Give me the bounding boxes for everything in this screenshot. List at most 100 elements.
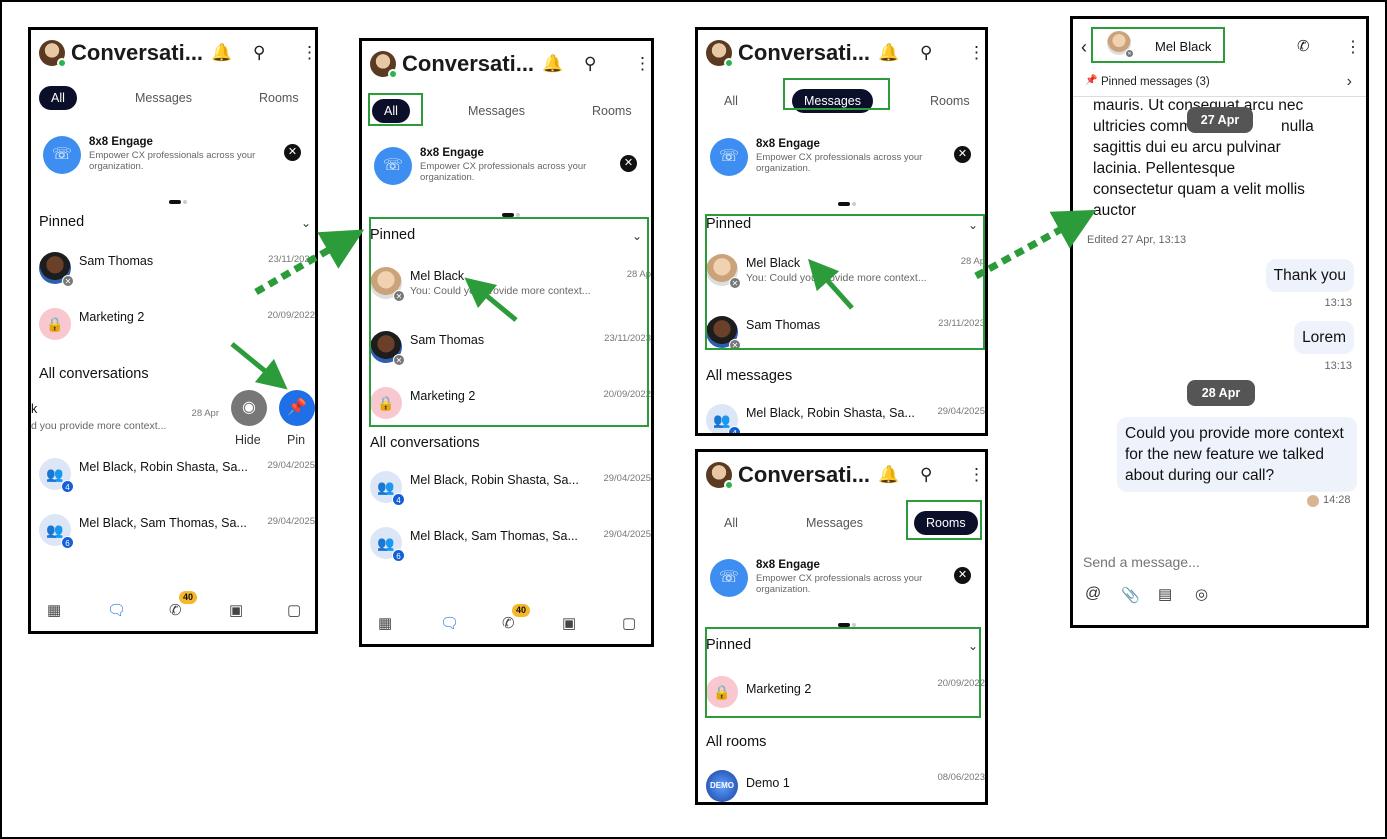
edited-label: Edited 27 Apr, 13:13 <box>1087 234 1187 246</box>
close-icon[interactable]: ✕ <box>284 144 301 161</box>
promo-card[interactable]: ☏ 8x8 Engage Empower CX professionals ac… <box>370 141 643 195</box>
more-icon[interactable]: ⋮ <box>968 43 985 63</box>
list-item[interactable]: 👥 6 Mel Black, Sam Thomas, Sa... 29/04/20… <box>31 506 315 556</box>
row-name: k <box>31 402 38 416</box>
message-bubble[interactable]: Thank you <box>1265 259 1354 292</box>
row-name: Mel Black, Sam Thomas, Sa... <box>79 516 247 530</box>
more-icon[interactable]: ⋮ <box>634 54 651 74</box>
message-time: 14:28 <box>1323 494 1351 506</box>
video-icon[interactable]: ▢ <box>287 601 301 619</box>
user-avatar[interactable] <box>706 40 734 68</box>
lock-icon: 🔒 <box>39 308 71 340</box>
bell-icon[interactable]: 🔔 <box>542 54 563 74</box>
header: Conversati... 🔔 ⚲ ⋮ <box>370 51 651 81</box>
calls-badge: 40 <box>512 604 531 617</box>
promo-desc: Empower CX professionals across your org… <box>420 161 587 183</box>
promo-title: 8x8 Engage <box>756 559 820 571</box>
sender-avatar <box>1307 495 1319 507</box>
tab-bar: All Messages Rooms <box>31 86 315 112</box>
mention-icon[interactable]: @ <box>1085 585 1101 603</box>
search-icon[interactable]: ⚲ <box>584 54 596 74</box>
list-item[interactable]: 👥 4 Mel Black, Robin Shasta, Sa... 29/04/… <box>31 450 315 500</box>
row-date: 20/09/2022 <box>267 310 315 321</box>
headset-icon: ☏ <box>710 559 748 597</box>
chat-icon[interactable]: 🗨 <box>440 614 459 632</box>
promo-card[interactable]: ☏ 8x8 Engage Empower CX professionals ac… <box>39 130 307 184</box>
avatar: ✕ <box>39 252 74 287</box>
back-icon[interactable]: ‹ <box>1081 37 1087 58</box>
row-date: 08/06/2023 <box>937 772 985 783</box>
tab-rooms[interactable]: Rooms <box>259 86 299 110</box>
message-bubble[interactable]: Lorem <box>1294 321 1354 354</box>
row-name: Marketing 2 <box>79 310 145 324</box>
tab-messages[interactable]: Messages <box>806 511 863 535</box>
list-item[interactable]: 👥 6 Mel Black, Sam Thomas, Sa... 29/04/20… <box>362 519 651 569</box>
tab-messages[interactable]: Messages <box>135 86 192 110</box>
close-icon[interactable]: ✕ <box>954 567 971 584</box>
pager-dots <box>169 191 189 204</box>
list-item[interactable]: ✕ Sam Thomas 23/11/2023 <box>31 244 315 294</box>
tab-rooms[interactable]: Rooms <box>930 89 970 113</box>
group-icon: 👥 4 <box>370 471 405 506</box>
promo-card[interactable]: ☏ 8x8 Engage Empower CX professionals ac… <box>706 553 977 607</box>
tab-messages[interactable]: Messages <box>468 99 525 123</box>
all-rooms-heading: All rooms <box>706 734 767 750</box>
screen-4-rooms-pinned: Conversati... 🔔 ⚲ ⋮ All Messages Rooms ☏… <box>695 449 988 805</box>
phone-icon[interactable]: ✆ <box>169 601 182 619</box>
dashboard-icon[interactable]: ▦ <box>378 614 392 632</box>
chevron-down-icon[interactable]: ⌄ <box>301 216 311 230</box>
row-date: 23/11/2023 <box>268 254 315 265</box>
search-icon[interactable]: ⚲ <box>920 43 932 63</box>
promo-card[interactable]: ☏ 8x8 Engage Empower CX professionals ac… <box>706 132 977 186</box>
user-avatar[interactable] <box>370 51 398 79</box>
attachment-icon[interactable]: 📎 <box>1121 586 1140 604</box>
user-avatar[interactable] <box>39 40 67 68</box>
chat-icon[interactable]: 🗨 <box>107 601 126 619</box>
tab-all[interactable]: All <box>724 89 738 113</box>
row-name: Mel Black, Sam Thomas, Sa... <box>410 529 578 543</box>
row-date: 29/04/2025 <box>937 406 985 417</box>
close-icon[interactable]: ✕ <box>620 155 637 172</box>
list-item[interactable]: 🔒 Marketing 2 20/09/2022 <box>31 300 315 350</box>
swiped-list-item[interactable]: k d you provide more context... 28 Apr <box>31 398 315 448</box>
message-bubble[interactable]: Could you provide more context for the n… <box>1117 417 1357 492</box>
phone-icon[interactable]: ✆ <box>1297 37 1310 55</box>
more-icon[interactable]: ⋮ <box>301 43 315 63</box>
message-body-line: consectetur quam a velit mollis <box>1093 181 1305 198</box>
user-avatar[interactable] <box>706 462 734 490</box>
list-item[interactable]: 👥 4 Mel Black, Robin Shasta, Sa... 29/04/… <box>362 463 651 513</box>
tab-rooms[interactable]: Rooms <box>592 99 632 123</box>
message-time: 13:13 <box>1324 360 1352 372</box>
headset-icon: ☏ <box>43 136 81 174</box>
hide-button[interactable]: ◉ <box>231 390 267 426</box>
date-chip: 28 Apr <box>1187 380 1255 406</box>
pinned-messages-bar[interactable]: 📌 Pinned messages (3) › <box>1073 71 1366 97</box>
video-icon[interactable]: ▢ <box>622 614 636 632</box>
bell-icon[interactable]: 🔔 <box>211 43 232 63</box>
camera-icon[interactable]: ◎ <box>1195 585 1208 603</box>
bell-icon[interactable]: 🔔 <box>878 465 899 485</box>
message-input[interactable] <box>1083 551 1358 573</box>
row-name: Demo 1 <box>746 776 790 790</box>
headset-icon: ☏ <box>374 147 412 185</box>
dashboard-icon[interactable]: ▦ <box>47 601 61 619</box>
tab-all[interactable]: All <box>39 86 77 110</box>
contacts-icon[interactable]: ▣ <box>229 601 243 619</box>
promo-title: 8x8 Engage <box>89 136 153 148</box>
search-icon[interactable]: ⚲ <box>253 43 265 63</box>
highlight-pinned <box>705 627 981 718</box>
contacts-icon[interactable]: ▣ <box>562 614 576 632</box>
header: Conversati... 🔔 ⚲ ⋮ <box>39 40 315 70</box>
list-item[interactable]: 👥 4 Mel Black, Robin Shasta, Sa... 29/04/… <box>698 396 985 433</box>
list-item[interactable]: DEMO Demo 1 08/06/2023 <box>698 762 985 802</box>
phone-icon[interactable]: ✆ <box>502 614 515 632</box>
highlight-tab-messages <box>783 78 890 110</box>
close-icon[interactable]: ✕ <box>954 146 971 163</box>
pin-button[interactable]: 📌 <box>279 390 315 426</box>
tab-all[interactable]: All <box>724 511 738 535</box>
more-icon[interactable]: ⋮ <box>968 465 985 485</box>
image-icon[interactable]: ▤ <box>1158 585 1172 603</box>
bell-icon[interactable]: 🔔 <box>878 43 899 63</box>
more-icon[interactable]: ⋮ <box>1345 37 1361 57</box>
search-icon[interactable]: ⚲ <box>920 465 932 485</box>
